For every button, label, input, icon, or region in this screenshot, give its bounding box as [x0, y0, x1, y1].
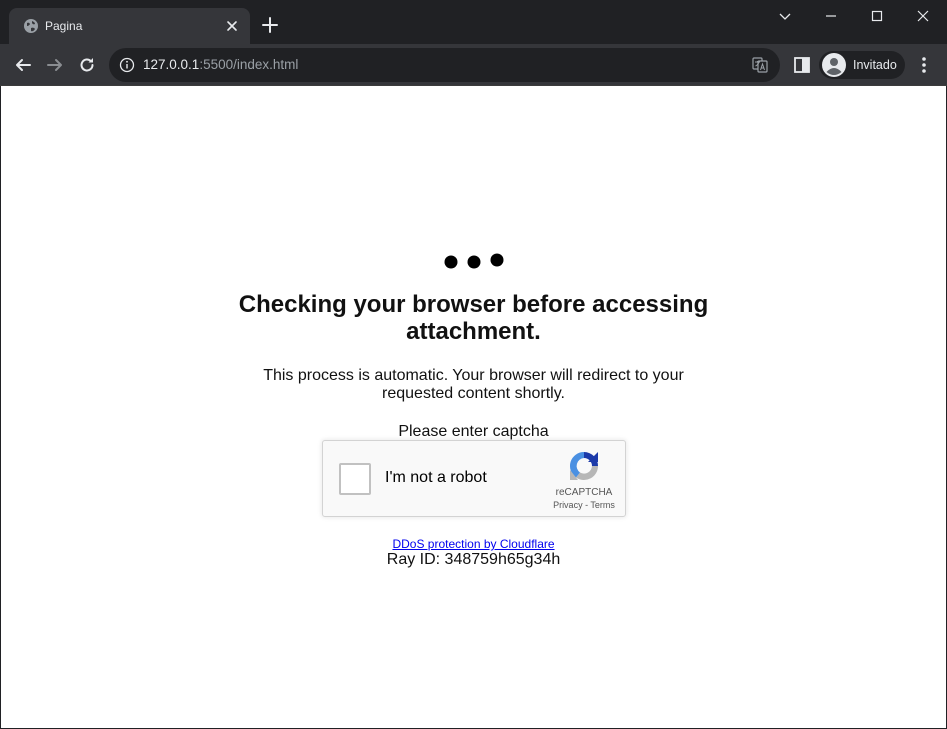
- new-tab-icon[interactable]: [261, 16, 279, 34]
- recaptcha-links: Privacy - Terms: [545, 500, 623, 510]
- captcha-prompt: Please enter captcha: [398, 423, 549, 440]
- minimize-icon: [826, 15, 836, 17]
- reload-button[interactable]: [75, 53, 99, 77]
- info-icon[interactable]: [119, 57, 135, 73]
- url-text[interactable]: 127.0.0.1:5500/index.html: [143, 57, 298, 73]
- tab-title: Pagina: [45, 19, 83, 33]
- minimize-button[interactable]: [808, 0, 854, 32]
- not-robot-label: I'm not a robot: [385, 469, 487, 486]
- arrow-right-icon: [47, 59, 62, 71]
- loading-dots-icon: [444, 253, 504, 269]
- url-host: 127.0.0.1: [143, 57, 200, 72]
- side-panel-icon[interactable]: [792, 55, 812, 75]
- profile-button[interactable]: Invitado: [819, 51, 905, 79]
- recaptcha-widget: I'm not a robot reCAPTCHA Privacy - Term…: [322, 440, 626, 517]
- avatar-icon: [822, 53, 846, 77]
- description-line1: This process is automatic. Your browser …: [263, 367, 684, 384]
- close-icon: [917, 10, 929, 22]
- browser-toolbar: 127.0.0.1:5500/index.html Invitado: [0, 44, 947, 86]
- close-tab-icon[interactable]: [224, 18, 240, 34]
- ddos-protection: DDoS protection by Cloudflare: [1, 537, 946, 551]
- privacy-link[interactable]: Privacy: [553, 500, 583, 510]
- maximize-icon: [871, 10, 883, 22]
- back-button[interactable]: [11, 53, 35, 77]
- page-title-line2: attachment.: [406, 318, 541, 345]
- chevron-down-icon: [779, 13, 791, 20]
- not-robot-checkbox[interactable]: [339, 463, 371, 495]
- page-title-line1: Checking your browser before accessing: [238, 291, 709, 318]
- globe-icon: [24, 19, 38, 33]
- recaptcha-brand: reCAPTCHA: [555, 487, 613, 498]
- title-bar: Pagina: [0, 0, 947, 44]
- url-path: :5500/index.html: [199, 57, 299, 72]
- arrow-left-icon: [16, 59, 31, 71]
- description-text: This process is automatic. Your browser …: [1, 367, 946, 403]
- address-bar[interactable]: 127.0.0.1:5500/index.html: [109, 48, 780, 82]
- kebab-menu-icon[interactable]: [914, 55, 934, 75]
- page-title: Checking your browser before accessing a…: [1, 291, 946, 345]
- translate-icon[interactable]: [752, 57, 768, 73]
- close-window-button[interactable]: [900, 0, 946, 32]
- profile-name: Invitado: [853, 58, 897, 72]
- tab-search-button[interactable]: [762, 0, 808, 32]
- forward-button[interactable]: [43, 53, 67, 77]
- maximize-button[interactable]: [854, 0, 900, 32]
- recaptcha-logo-icon: [569, 452, 598, 481]
- terms-link[interactable]: Terms: [590, 500, 615, 510]
- description-line2: requested content shortly.: [382, 385, 565, 402]
- browser-tab[interactable]: Pagina: [9, 8, 250, 44]
- reload-icon: [80, 58, 94, 72]
- ray-id: Ray ID: 348759h65g34h: [386, 551, 561, 568]
- ddos-protection-link[interactable]: DDoS protection by Cloudflare: [392, 537, 554, 551]
- page-content: Checking your browser before accessing a…: [1, 86, 946, 728]
